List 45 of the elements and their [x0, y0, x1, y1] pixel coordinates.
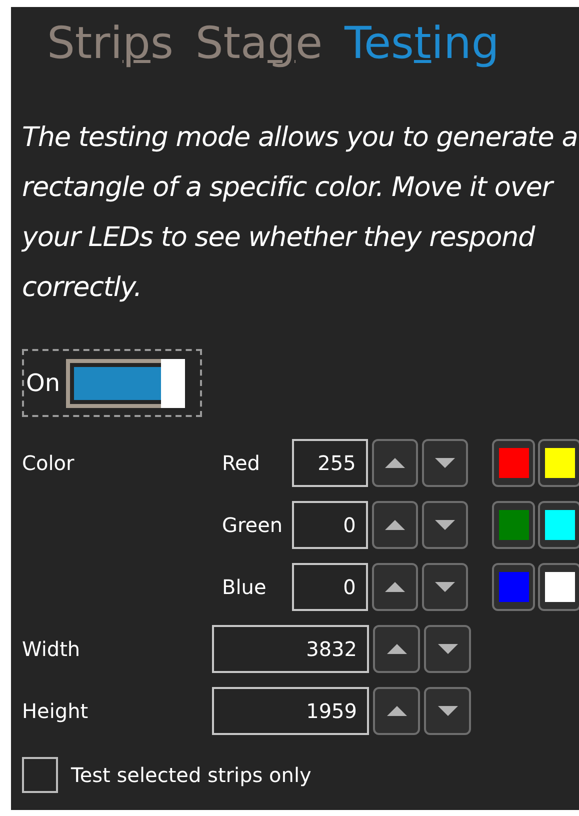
down-triangle-icon [434, 582, 455, 592]
color-swatch-button[interactable] [492, 563, 535, 611]
decrement-button[interactable] [422, 501, 468, 549]
channel-label: Red [222, 451, 261, 475]
color-swatch-button[interactable] [492, 439, 535, 487]
up-triangle-icon [384, 582, 405, 592]
channel-label: Blue [222, 575, 268, 599]
number-field[interactable]: 255 [292, 439, 368, 487]
channel-label: Green [222, 513, 284, 537]
color-swatch-button[interactable] [538, 439, 579, 487]
decrement-button[interactable] [422, 439, 468, 487]
number-field[interactable]: 0 [292, 563, 368, 611]
checkbox[interactable] [22, 757, 58, 793]
color-swatch-button[interactable] [492, 501, 535, 549]
increment-button[interactable] [372, 439, 418, 487]
decrement-button[interactable] [422, 563, 468, 611]
up-triangle-icon [386, 644, 406, 654]
tab[interactable]: Stage [195, 18, 323, 68]
checkbox-label: Test selected strips only [71, 763, 312, 787]
increment-button[interactable] [372, 501, 418, 549]
down-triangle-icon [434, 458, 455, 468]
toggle-label: On [26, 369, 60, 397]
field-label: Width [22, 637, 82, 661]
toggle-switch[interactable] [66, 358, 186, 408]
color-label: Color [22, 451, 76, 475]
increment-button[interactable] [373, 687, 420, 735]
number-field[interactable]: 3832 [212, 625, 369, 673]
tab[interactable]: Strips [47, 18, 174, 68]
color-swatch-button[interactable] [538, 563, 579, 611]
up-triangle-icon [384, 458, 405, 468]
up-triangle-icon [384, 520, 405, 530]
number-field[interactable]: 0 [292, 501, 368, 549]
color-swatch-button[interactable] [538, 501, 579, 549]
increment-button[interactable] [372, 563, 418, 611]
down-triangle-icon [438, 644, 458, 654]
increment-button[interactable] [373, 625, 420, 673]
description-text: The testing mode allows you to generate a rectangle of a specific color. Move it over your LEDs to see whether they respond correctly. [22, 121, 579, 305]
field-label: Height [22, 699, 90, 723]
down-triangle-icon [434, 520, 455, 530]
down-triangle-icon [438, 706, 458, 716]
decrement-button[interactable] [424, 625, 471, 673]
number-field[interactable]: 1959 [212, 687, 369, 735]
decrement-button[interactable] [424, 687, 471, 735]
tab[interactable]: Testing [344, 18, 500, 68]
up-triangle-icon [386, 706, 406, 716]
